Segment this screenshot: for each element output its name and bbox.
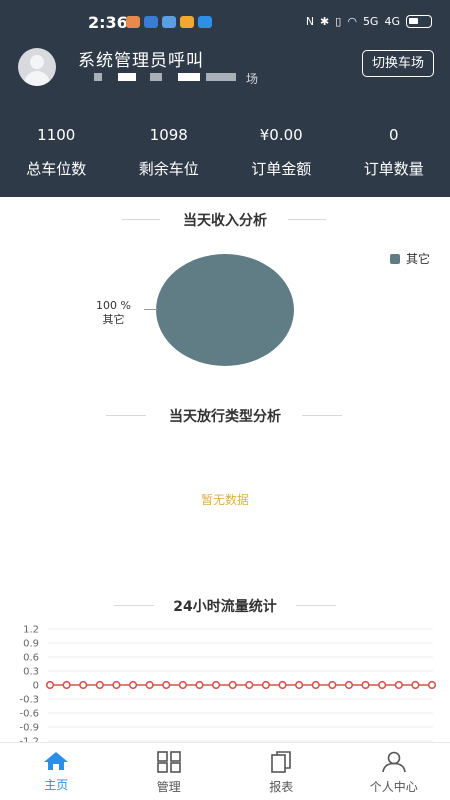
data-point[interactable] — [145, 680, 154, 690]
data-point[interactable] — [228, 680, 237, 690]
traffic-line-chart: 1.2 0.9 0.6 0.3 0 -0.3 -0.6 -0.9 -1.2 — [0, 620, 450, 742]
stat-label: 订单金额 — [251, 160, 312, 178]
user-icon — [381, 751, 406, 773]
bottom-tab-bar: 主页 管理 报表 个人中心 — [0, 742, 450, 800]
bluetooth-icon: ✱ — [320, 15, 330, 28]
data-point[interactable] — [427, 680, 437, 690]
status-bar: 2:36 N ✱ ▯ ◠ 5G 4G — [0, 0, 450, 42]
traffic-section-title: 24小时流量统计 — [0, 596, 450, 616]
data-point[interactable] — [411, 680, 420, 690]
y-tick-label: 0.3 — [23, 667, 39, 678]
wifi-icon: ◠ — [347, 15, 357, 28]
status-time: 2:36 — [88, 13, 128, 32]
switch-lot-button[interactable]: 切换车场 — [362, 50, 434, 77]
data-point[interactable] — [178, 680, 187, 690]
stat-total-spaces[interactable]: 1100 总车位数 — [0, 126, 113, 179]
vibrate-icon: ▯ — [335, 15, 342, 28]
grid-icon — [156, 751, 181, 773]
signal-4g-icon: 4G — [384, 15, 400, 28]
stat-remaining-spaces[interactable]: 1098 剩余车位 — [113, 126, 226, 179]
tab-label: 管理 — [156, 780, 181, 794]
tab-home[interactable]: 主页 — [0, 743, 113, 800]
pie-legend[interactable]: 其它 — [390, 250, 430, 267]
stat-value: ¥0.00 — [259, 126, 303, 144]
video-app-icon — [144, 16, 158, 28]
stat-order-count[interactable]: 0 订单数量 — [338, 126, 450, 179]
data-point[interactable] — [328, 680, 337, 690]
home-icon — [44, 752, 69, 770]
user-name: 系统管理员呼叫 — [78, 51, 204, 71]
pie-data-label: 100 % 其它 — [96, 299, 131, 326]
notification-icons — [126, 16, 212, 28]
data-point[interactable] — [261, 680, 271, 690]
legend-label: 其它 — [406, 252, 431, 266]
data-point[interactable] — [344, 680, 354, 690]
header-panel: 2:36 N ✱ ▯ ◠ 5G 4G 系统管理员呼叫 场 切换车场 1100 总… — [0, 0, 450, 197]
data-point[interactable] — [394, 680, 403, 690]
data-point[interactable] — [79, 680, 88, 690]
tab-manage[interactable]: 管理 — [113, 743, 226, 800]
data-point[interactable] — [245, 680, 254, 690]
stat-value: 0 — [388, 126, 399, 144]
tab-profile[interactable]: 个人中心 — [338, 743, 450, 800]
cloud-app-icon — [198, 16, 212, 28]
data-point[interactable] — [128, 680, 138, 690]
legend-swatch — [390, 253, 400, 264]
y-tick-label: -0.6 — [19, 709, 39, 720]
avatar[interactable] — [18, 48, 56, 86]
data-point[interactable] — [278, 680, 287, 690]
tab-label: 个人中心 — [369, 780, 418, 794]
stat-label: 总车位数 — [26, 160, 87, 178]
y-tick-label: -0.3 — [19, 695, 39, 706]
stat-label: 剩余车位 — [138, 160, 199, 178]
tab-label: 报表 — [269, 780, 294, 794]
release-section-title: 当天放行类型分析 — [0, 406, 450, 426]
chat-app-icon — [126, 16, 140, 28]
y-tick-label: 0.6 — [23, 653, 39, 664]
report-icon — [271, 751, 292, 773]
lot-name-redacted — [94, 70, 264, 86]
y-tick-label: 1.2 — [23, 625, 39, 636]
traffic-line-svg: 1.20.90.60.30-0.3-0.6-0.9-1.2 — [19, 625, 437, 742]
data-point[interactable] — [112, 680, 121, 690]
data-point[interactable] — [195, 680, 204, 690]
map-app-icon — [162, 16, 176, 28]
nfc-icon: N — [305, 15, 315, 28]
signal-5g-icon: 5G — [362, 15, 379, 28]
data-point[interactable] — [62, 680, 71, 690]
y-tick-label: 0 — [33, 681, 39, 692]
data-point[interactable] — [378, 680, 387, 690]
stat-label: 订单数量 — [363, 160, 424, 178]
system-icons: N ✱ ▯ ◠ 5G 4G — [306, 15, 432, 28]
shop-app-icon — [180, 16, 194, 28]
stats-row: 1100 总车位数 1098 剩余车位 ¥0.00 订单金额 0 订单数量 — [0, 126, 450, 179]
y-tick-label: -0.9 — [19, 723, 39, 734]
data-point[interactable] — [45, 680, 55, 690]
data-point[interactable] — [311, 680, 320, 690]
y-tick-label: 0.9 — [23, 639, 39, 650]
data-point[interactable] — [361, 680, 370, 690]
data-point[interactable] — [295, 680, 304, 690]
lot-name-suffix: 场 — [246, 72, 259, 86]
stat-order-amount[interactable]: ¥0.00 订单金额 — [225, 126, 338, 179]
tab-report[interactable]: 报表 — [225, 743, 338, 800]
income-section-title: 当天收入分析 — [0, 210, 450, 230]
data-point[interactable] — [211, 680, 221, 690]
data-point[interactable] — [95, 680, 104, 690]
pie-slice-other[interactable] — [156, 254, 294, 366]
stat-value: 1100 — [37, 126, 76, 144]
tab-label: 主页 — [44, 778, 69, 792]
stat-value: 1098 — [149, 126, 188, 144]
empty-data-text: 暂无数据 — [200, 493, 249, 507]
pie-leader-line — [144, 309, 158, 310]
data-point[interactable] — [162, 680, 171, 690]
battery-icon — [406, 15, 432, 28]
